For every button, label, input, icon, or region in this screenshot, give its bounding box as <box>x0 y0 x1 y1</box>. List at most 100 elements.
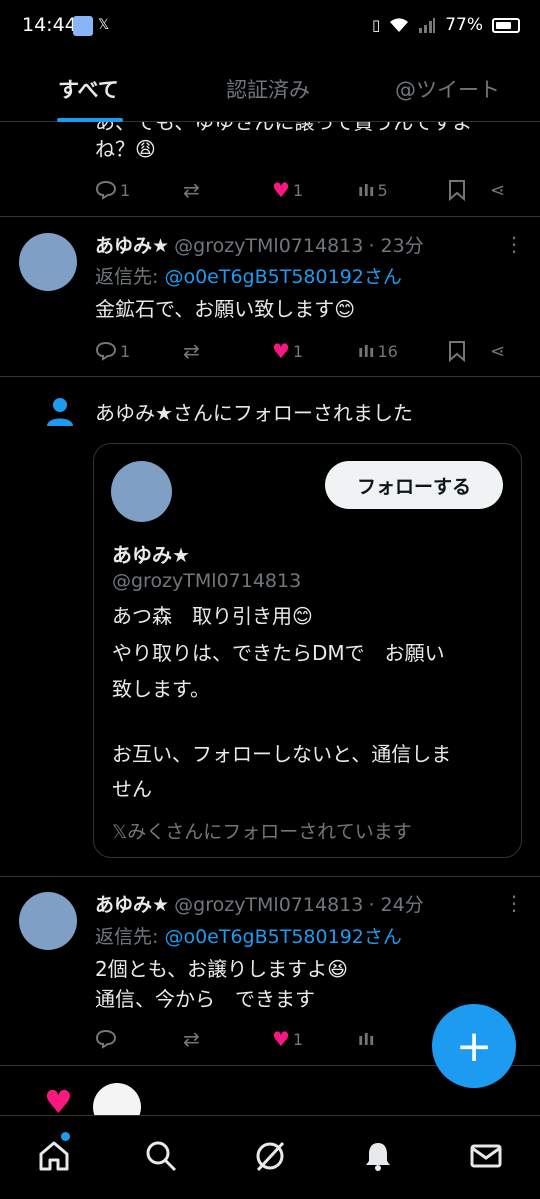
reply-to-label: 返信先: <box>95 926 159 948</box>
views-icon: ılı <box>358 1029 375 1049</box>
person-icon <box>47 398 73 426</box>
retweet-button[interactable]: ⇄ <box>183 339 200 363</box>
plus-icon: + <box>455 1020 493 1072</box>
bookmark-icon <box>449 180 465 201</box>
reply-to-mention[interactable]: @o0eT6gB5T580192さん <box>164 266 401 288</box>
heart-icon: ♥ <box>272 339 290 363</box>
share-icon: ⋖ <box>490 179 506 201</box>
like-button[interactable]: ♥ 1 <box>272 1027 303 1051</box>
status-bar: 14:44 𝕏 ▯ 77% <box>0 0 540 56</box>
reply-icon <box>95 341 117 361</box>
author-handle: @grozyTMl0714813 <box>174 235 364 257</box>
nav-messages[interactable] <box>464 1134 508 1178</box>
view-count: 16 <box>377 341 398 361</box>
nav-home[interactable] <box>32 1134 76 1178</box>
share-icon: ⋖ <box>490 340 506 362</box>
retweet-icon: ⇄ <box>183 178 200 202</box>
follow-button[interactable]: フォローする <box>325 461 503 509</box>
reply-icon <box>95 1029 117 1049</box>
heart-icon: ♥ <box>272 178 290 202</box>
tab-all[interactable]: すべて <box>58 74 119 104</box>
reply-button[interactable]: 1 <box>95 180 130 200</box>
reply-button[interactable] <box>95 1029 117 1049</box>
views-icon: ılı <box>358 341 375 361</box>
share-button[interactable]: ⋖ <box>490 180 505 201</box>
reply-to-line: 返信先: @o0eT6gB5T580192さん <box>95 262 402 289</box>
bottom-nav <box>0 1115 540 1199</box>
author-name[interactable]: あゆみ★ <box>95 894 169 916</box>
retweet-button[interactable]: ⇄ <box>183 1027 200 1051</box>
card-bio-line: やり取りは、できたらDMで お願い <box>112 641 445 665</box>
battery-icon <box>492 17 520 33</box>
like-button[interactable]: ♥ 1 <box>272 339 303 363</box>
like-count: 1 <box>292 180 304 200</box>
author-handle: @grozyTMl0714813 <box>174 894 364 916</box>
card-bio-line: せん <box>112 777 152 801</box>
card-handle: @grozyTMl0714813 <box>112 570 302 592</box>
unread-dot <box>61 1132 70 1141</box>
bell-icon <box>366 1143 390 1171</box>
card-avatar[interactable] <box>111 461 172 522</box>
nav-notifications[interactable] <box>356 1134 400 1178</box>
reply-icon <box>95 180 117 200</box>
wifi-icon <box>390 18 409 32</box>
views-button[interactable]: ılı <box>358 1030 374 1049</box>
divider <box>0 876 540 877</box>
partial-tweet-actions: 1 ⇄ ♥ 1 ılı 5 ⋖ <box>95 178 515 202</box>
nav-search[interactable] <box>139 1134 183 1178</box>
card-name: あゆみ★ <box>112 543 190 567</box>
partial-tweet-line2: ね？😩 <box>95 137 156 161</box>
compose-button[interactable]: + <box>432 1004 516 1088</box>
avatar[interactable] <box>19 233 77 291</box>
avatar[interactable] <box>19 892 77 950</box>
active-tab-indicator <box>57 118 123 122</box>
bookmark-button[interactable] <box>448 179 466 201</box>
reply-to-mention[interactable]: @o0eT6gB5T580192さん <box>164 926 401 948</box>
bookmark-button[interactable] <box>448 340 466 362</box>
tweet-text-line: 通信、今から できます <box>95 987 315 1011</box>
tweet-time: · 24分 <box>368 894 424 916</box>
tweet-header: あゆみ★ @grozyTMl0714813 · 23分 <box>95 231 424 258</box>
views-button[interactable]: ılı 16 <box>358 342 398 361</box>
bookmark-icon <box>449 341 465 362</box>
home-icon <box>39 1141 69 1171</box>
retweet-button[interactable]: ⇄ <box>183 178 200 202</box>
follow-notice-text: あゆみ★さんにフォローされました <box>95 401 413 425</box>
like-count: 1 <box>292 341 304 361</box>
like-button[interactable]: ♥ 1 <box>272 178 303 202</box>
mail-notification-icon <box>73 16 93 36</box>
card-bio-line: 致します。 <box>112 677 210 701</box>
card-bio-line: お互い、フォローしないと、通信しま <box>112 742 452 766</box>
retweet-icon: ⇄ <box>183 1027 200 1051</box>
tweet-header: あゆみ★ @grozyTMl0714813 · 24分 <box>95 890 424 917</box>
signal-icon <box>419 18 436 33</box>
divider <box>0 216 540 217</box>
grok-icon <box>256 1141 285 1172</box>
retweet-icon: ⇄ <box>183 339 200 363</box>
mail-icon <box>470 1144 502 1168</box>
card-bio-line: あつ森 取り引き用😊 <box>112 604 313 628</box>
followed-by-text: 𝕏みくさんにフォローされています <box>112 821 412 843</box>
reply-count: 1 <box>120 341 131 361</box>
reply-button[interactable]: 1 <box>95 341 130 361</box>
battery-percent: 77% <box>445 15 483 35</box>
views-icon: ılı <box>358 180 375 200</box>
search-icon <box>146 1141 177 1172</box>
share-button[interactable]: ⋖ <box>490 341 505 362</box>
reply-to-line: 返信先: @o0eT6gB5T580192さん <box>95 922 402 949</box>
timeline-tabs: すべて 認証済み @ツイート <box>0 56 540 122</box>
more-options-icon[interactable]: ⋮ <box>504 232 524 256</box>
tab-mentions[interactable]: @ツイート <box>395 74 500 104</box>
reply-to-label: 返信先: <box>95 266 159 288</box>
nav-grok[interactable] <box>248 1134 292 1178</box>
author-name[interactable]: あゆみ★ <box>95 235 169 257</box>
views-button[interactable]: ılı 5 <box>358 181 388 200</box>
tweet-actions: 1 ⇄ ♥ 1 ılı 16 ⋖ <box>95 339 515 363</box>
tab-verified[interactable]: 認証済み <box>226 74 310 104</box>
tweet-text: 金鉱石で、お願い致します😊 <box>95 297 356 321</box>
divider <box>0 376 540 377</box>
vibrate-icon: ▯ <box>371 16 381 34</box>
status-right: ▯ 77% <box>372 15 520 35</box>
x-notification-icon: 𝕏 <box>98 17 110 33</box>
more-options-icon[interactable]: ⋮ <box>504 891 524 915</box>
